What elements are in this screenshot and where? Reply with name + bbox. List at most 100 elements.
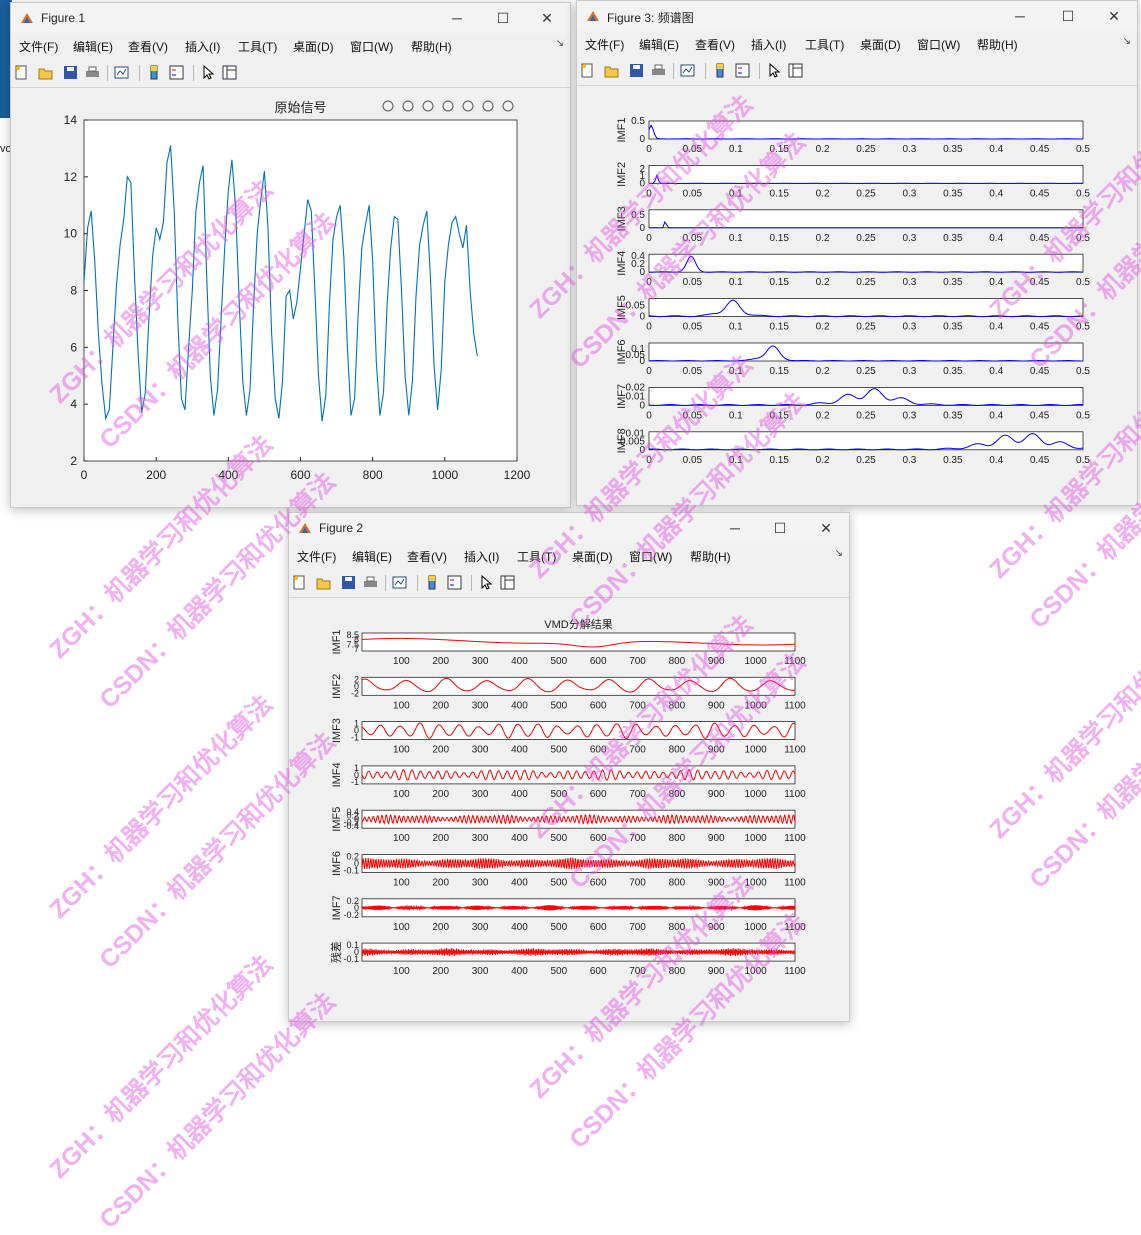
property-inspector-icon[interactable] — [500, 575, 515, 590]
menu-view[interactable]: 查看(V) — [407, 548, 447, 565]
menu-window[interactable]: 窗口(W) — [917, 36, 960, 53]
pan-icon[interactable] — [442, 100, 454, 112]
menubar-dock-arrow-icon[interactable]: ↘ — [556, 38, 564, 49]
new-file-icon[interactable] — [580, 63, 595, 78]
legend-icon[interactable] — [447, 575, 462, 590]
maximize-button[interactable]: ☐ — [1045, 1, 1091, 31]
figure2-window[interactable]: Figure 2 ─ ☐ ✕ 文件(F) 编辑(E) 查看(V) 插入(I) 工… — [288, 512, 850, 1022]
menu-insert[interactable]: 插入(I) — [751, 36, 786, 53]
menubar-dock-arrow-icon[interactable]: ↘ — [835, 548, 843, 559]
x-tick-label: 0.05 — [683, 322, 703, 333]
open-folder-icon[interactable] — [604, 63, 619, 78]
x-tick-label: 100 — [393, 922, 410, 933]
menu-view[interactable]: 查看(V) — [128, 38, 168, 55]
link-plot-icon[interactable] — [114, 65, 129, 80]
maximize-button[interactable]: ☐ — [757, 513, 803, 543]
icon-shape — [402, 100, 414, 112]
x-tick-label: 400 — [511, 656, 528, 667]
menu-tools[interactable]: 工具(T) — [805, 36, 844, 53]
save-icon[interactable] — [63, 65, 78, 80]
x-tick-label: 0.3 — [902, 455, 916, 466]
minimize-button[interactable]: ─ — [997, 1, 1043, 31]
menu-desktop[interactable]: 桌面(D) — [293, 38, 334, 55]
pointer-icon[interactable] — [201, 65, 216, 80]
x-tick-label: 500 — [550, 745, 567, 756]
menu-file[interactable]: 文件(F) — [19, 38, 58, 55]
menu-desktop[interactable]: 桌面(D) — [572, 548, 613, 565]
figure1-titlebar[interactable]: Figure 1 ─ ☐ ✕ — [11, 3, 570, 33]
x-tick-label: 100 — [393, 966, 410, 977]
colorbar-icon[interactable] — [425, 575, 440, 590]
close-button[interactable]: ✕ — [524, 3, 570, 33]
menu-help[interactable]: 帮助(H) — [411, 38, 452, 55]
menu-file[interactable]: 文件(F) — [585, 36, 624, 53]
property-inspector-icon[interactable] — [788, 63, 803, 78]
print-icon[interactable] — [651, 63, 666, 78]
save-icon[interactable] — [629, 63, 644, 78]
pointer-icon[interactable] — [479, 575, 494, 590]
menu-tools[interactable]: 工具(T) — [517, 548, 556, 565]
menu-help[interactable]: 帮助(H) — [977, 36, 1018, 53]
brush-icon[interactable] — [382, 100, 394, 112]
x-tick-label: 600 — [290, 468, 310, 482]
x-tick-label: 0.5 — [1076, 366, 1090, 377]
save-icon[interactable] — [341, 575, 356, 590]
link-plot-icon[interactable] — [680, 63, 695, 78]
open-folder-icon[interactable] — [316, 575, 331, 590]
x-tick-label: 0.15 — [769, 410, 789, 421]
window-title: Figure 3: 频谱图 — [607, 11, 694, 25]
zoom-out-icon[interactable] — [482, 100, 494, 112]
colorbar-icon[interactable] — [147, 65, 162, 80]
menu-help[interactable]: 帮助(H) — [690, 548, 731, 565]
property-inspector-icon[interactable] — [222, 65, 237, 80]
new-file-icon[interactable] — [292, 575, 307, 590]
close-button[interactable]: ✕ — [803, 513, 849, 543]
colorbar-icon[interactable] — [713, 63, 728, 78]
x-tick-label: 1000 — [745, 878, 768, 889]
spectrum-axes — [648, 209, 1084, 229]
legend-icon[interactable] — [735, 63, 750, 78]
menu-edit[interactable]: 编辑(E) — [352, 548, 392, 565]
rotate-icon[interactable] — [422, 100, 434, 112]
menu-view[interactable]: 查看(V) — [695, 36, 735, 53]
zoom-in-icon[interactable] — [462, 100, 474, 112]
menubar-dock-arrow-icon[interactable]: ↘ — [1123, 36, 1131, 47]
legend-icon[interactable] — [169, 65, 184, 80]
figure1-window[interactable]: Figure 1 ─ ☐ ✕ 文件(F) 编辑(E) 查看(V) 插入(I) 工… — [10, 2, 571, 508]
menu-edit[interactable]: 编辑(E) — [73, 38, 113, 55]
x-tick-label: 900 — [708, 878, 725, 889]
menu-insert[interactable]: 插入(I) — [185, 38, 220, 55]
menu-tools[interactable]: 工具(T) — [238, 38, 277, 55]
pointer-icon[interactable] — [767, 63, 782, 78]
menu-edit[interactable]: 编辑(E) — [639, 36, 679, 53]
open-folder-icon[interactable] — [38, 65, 53, 80]
minimize-button[interactable]: ─ — [434, 3, 480, 33]
print-icon[interactable] — [363, 575, 378, 590]
y-tick-label: 0.01 — [626, 428, 646, 439]
x-tick-label: 800 — [669, 922, 686, 933]
axes-box — [83, 119, 518, 462]
menu-window[interactable]: 窗口(W) — [629, 548, 672, 565]
y-tick-label: 0.5 — [631, 210, 645, 221]
data-tip-icon[interactable] — [402, 100, 414, 112]
maximize-button[interactable]: ☐ — [480, 3, 526, 33]
x-tick-label: 100 — [393, 833, 410, 844]
menu-desktop[interactable]: 桌面(D) — [860, 36, 901, 53]
close-button[interactable]: ✕ — [1091, 1, 1137, 31]
menu-window[interactable]: 窗口(W) — [350, 38, 393, 55]
minimize-button[interactable]: ─ — [712, 513, 758, 543]
link-plot-icon[interactable] — [392, 575, 407, 590]
spectrum-axes — [648, 342, 1084, 362]
new-file-icon[interactable] — [14, 65, 29, 80]
figure2-titlebar[interactable]: Figure 2 ─ ☐ ✕ — [289, 513, 849, 543]
menu-insert[interactable]: 插入(I) — [464, 548, 499, 565]
menu-file[interactable]: 文件(F) — [297, 548, 336, 565]
home-icon[interactable] — [502, 100, 514, 112]
figure3-titlebar[interactable]: Figure 3: 频谱图 ─ ☐ ✕ — [577, 1, 1137, 31]
toolbar-separator — [139, 65, 140, 81]
x-tick-label: 0.15 — [769, 233, 789, 244]
print-icon[interactable] — [85, 65, 100, 80]
x-tick-label: 200 — [432, 922, 449, 933]
figure3-window[interactable]: Figure 3: 频谱图 ─ ☐ ✕ 文件(F) 编辑(E) 查看(V) 插入… — [576, 0, 1138, 506]
x-tick-label: 0 — [646, 188, 652, 199]
